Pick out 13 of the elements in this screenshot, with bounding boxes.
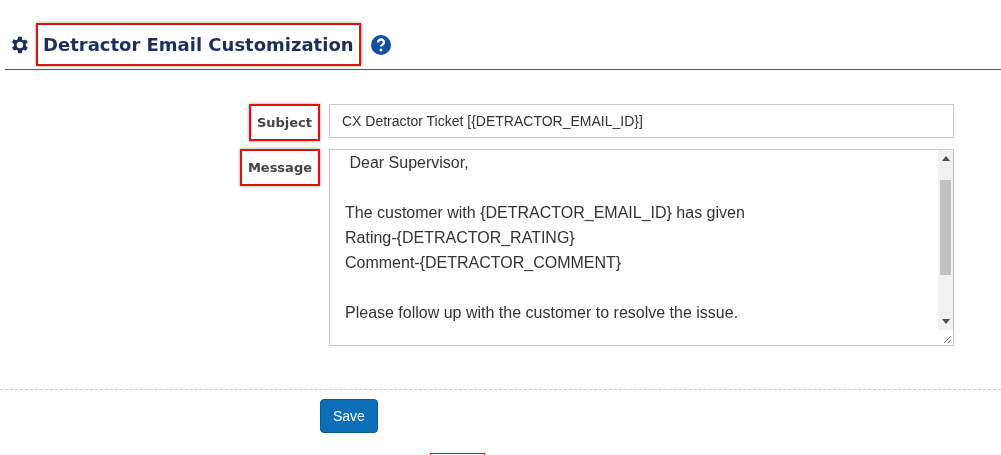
- message-field[interactable]: Dear Supervisor, The customer with {DETRACTOR_EMAIL_ID} has given Rating-{DETRACTOR_RATING} Comment-{DETRACTOR_COMMENT} Please follow up with the customer to resolve the issue.: [329, 149, 954, 346]
- field-label: Message: [239, 149, 320, 186]
- subject-field[interactable]: CX Detractor Ticket [{DETRACTOR_EMAIL_ID}]: [329, 104, 954, 138]
- scroll-thumb[interactable]: [940, 180, 951, 275]
- scrollbar[interactable]: [938, 150, 953, 330]
- save-button[interactable]: Save: [320, 399, 378, 433]
- scroll-down-arrow-icon[interactable]: [941, 319, 950, 324]
- message-text: Dear Supervisor, The customer with {DETRACTOR_EMAIL_ID} has given Rating-{DETRACTOR_RATING} Comment-{DETRACTOR_COMMENT} Please follow up with the customer to resolve the issue.: [344, 153, 746, 323]
- scroll-up-arrow-icon[interactable]: [941, 156, 950, 161]
- field-label: Subject: [248, 104, 320, 141]
- resize-grip-icon: [943, 335, 952, 344]
- page-title: Detractor Email Customization: [36, 23, 361, 66]
- help-icon: [370, 34, 391, 55]
